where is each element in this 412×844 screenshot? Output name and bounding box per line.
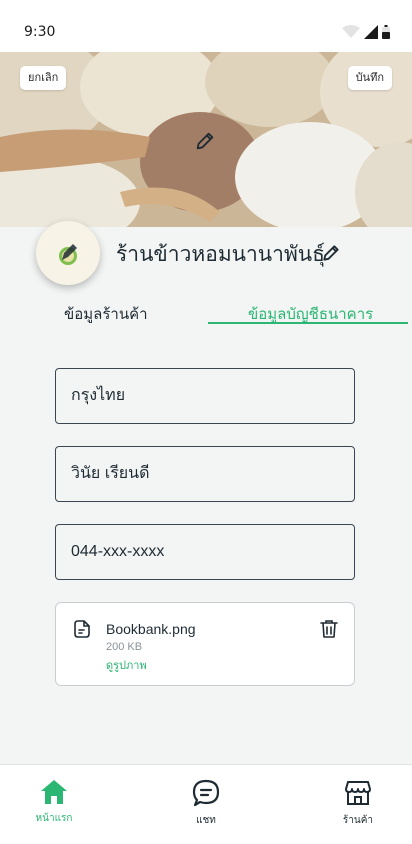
trash-icon[interactable] [320, 619, 338, 639]
nav-store-label: ร้านค้า [342, 815, 374, 826]
nav-chat[interactable]: แชท [171, 779, 241, 828]
edit-cover-icon[interactable] [194, 130, 216, 152]
file-name: Bookbank.png [106, 621, 196, 637]
wifi-icon [342, 25, 360, 38]
rice-logo-icon [59, 244, 77, 265]
shop-name: ร้านข้าวหอมนานาพันธุ์ [116, 243, 325, 266]
attachment-card: Bookbank.png 200 KB ดูรูปภาพ [55, 602, 355, 686]
file-icon [74, 620, 90, 638]
status-bar: 9:30 [0, 0, 412, 52]
signal-icon [364, 25, 378, 39]
chat-icon [192, 779, 220, 807]
cover-banner[interactable]: ยกเลิก บันทึก [0, 52, 412, 227]
home-icon [41, 780, 67, 804]
active-tab-indicator [208, 322, 408, 324]
nav-chat-label: แชท [196, 815, 216, 826]
status-icons [342, 25, 390, 39]
status-time: 9:30 [24, 24, 56, 40]
store-icon [345, 781, 371, 805]
bank-field[interactable]: กรุงไทย [55, 368, 355, 424]
cancel-button[interactable]: ยกเลิก [20, 66, 67, 90]
nav-store[interactable]: ร้านค้า [323, 779, 393, 828]
tab-shop-info[interactable]: ข้อมูลร้านค้า [64, 302, 148, 326]
account-number-field[interactable]: 044-xxx-xxxx [55, 524, 355, 580]
view-image-link[interactable]: ดูรูปภาพ [106, 656, 147, 674]
edit-name-icon[interactable] [321, 243, 341, 263]
save-button[interactable]: บันทึก [347, 66, 392, 90]
account-name-field[interactable]: วินัย เรียนดี [55, 446, 355, 502]
nav-home-label: หน้าแรก [35, 813, 73, 824]
bottom-nav: หน้าแรก แชท ร้านค้า [0, 764, 412, 844]
shop-avatar[interactable] [36, 221, 100, 285]
file-size: 200 KB [106, 641, 143, 653]
nav-home[interactable]: หน้าแรก [19, 779, 89, 826]
battery-icon [382, 25, 390, 39]
